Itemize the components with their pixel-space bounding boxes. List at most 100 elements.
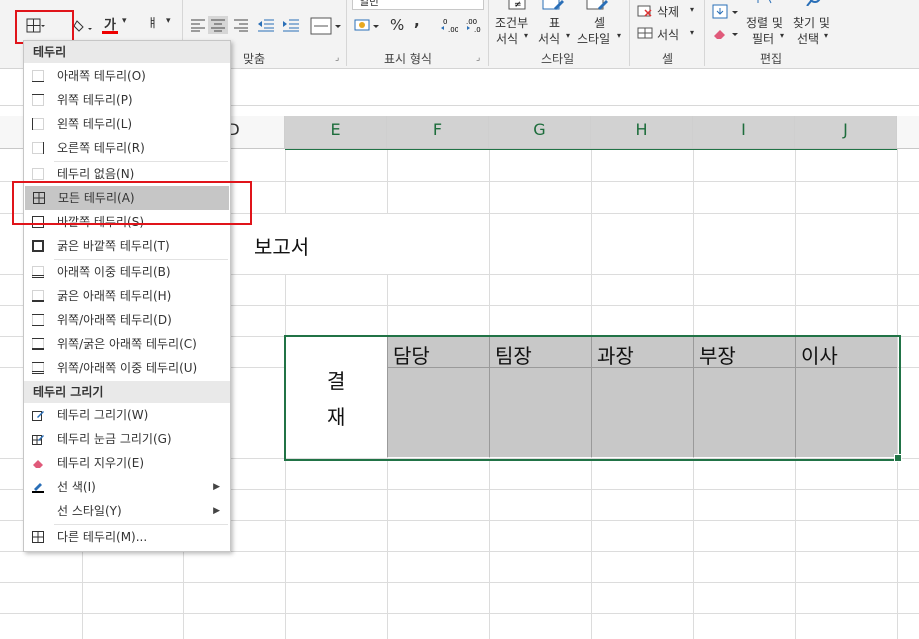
top-bottom-border-icon: [32, 314, 44, 326]
menu-item-draw-border[interactable]: 테두리 그리기(W): [24, 403, 230, 427]
eraser-icon: [33, 460, 43, 468]
menu-item-thick-bottom-border[interactable]: 굵은 아래쪽 테두리(H): [24, 284, 230, 308]
sort-filter-label-2[interactable]: 필터: [752, 30, 774, 47]
column-header-f[interactable]: F: [387, 116, 489, 148]
cell-styles-label-1[interactable]: 셀: [594, 14, 605, 31]
column-header-e[interactable]: E: [285, 116, 387, 148]
dropdown-icon: ▾: [566, 31, 571, 40]
report-title: 보고서: [254, 235, 310, 259]
menu-item-erase-border[interactable]: 테두리 지우기(E): [24, 451, 230, 475]
menu-item-left-border[interactable]: 왼쪽 테두리(L): [24, 112, 230, 136]
thick-outside-borders-icon: [32, 240, 44, 252]
cell-styles-label-2[interactable]: 스타일: [577, 30, 610, 47]
menu-item-top-double-bottom-border[interactable]: 위쪽/아래쪽 이중 테두리(U): [24, 356, 230, 380]
svg-text:.0: .0: [474, 26, 481, 34]
menu-item-top-border[interactable]: 위쪽 테두리(P): [24, 88, 230, 112]
menu-item-top-thick-bottom-border[interactable]: 위쪽/굵은 아래쪽 테두리(C): [24, 332, 230, 356]
conditional-format-label-1[interactable]: 조건부: [495, 14, 528, 31]
phonetic-icon[interactable]: ㅒ: [147, 14, 158, 31]
column-header-g[interactable]: G: [489, 116, 591, 148]
font-color-dropdown[interactable]: ▾: [122, 16, 127, 26]
svg-text:.00: .00: [466, 18, 477, 26]
dropdown-icon: ▾: [690, 5, 695, 14]
number-format-dropdown[interactable]: 일반: [352, 0, 484, 10]
editing-group-label: 편집: [760, 52, 783, 66]
left-border-icon: [32, 118, 44, 130]
format-as-table-label-2[interactable]: 서식: [538, 30, 560, 47]
cell-styles-icon[interactable]: [586, 0, 610, 15]
number-launcher-icon[interactable]: ⌟: [476, 53, 480, 63]
thick-bottom-border-icon: [32, 290, 44, 302]
alignment-launcher-icon[interactable]: ⌟: [335, 53, 339, 63]
fill-handle[interactable]: [894, 454, 902, 462]
svg-text:0: 0: [443, 18, 447, 26]
align-center-icon[interactable]: [208, 16, 228, 34]
column-header-i[interactable]: I: [693, 116, 795, 148]
selection-border: [284, 335, 901, 461]
conditional-format-label-2[interactable]: 서식: [496, 30, 518, 47]
submenu-arrow-icon: ▶: [213, 482, 220, 492]
menu-item-line-style[interactable]: 선 스타일(Y) ▶: [24, 499, 230, 523]
find-select-icon[interactable]: [805, 0, 825, 9]
conditional-format-icon[interactable]: ≠: [508, 0, 528, 15]
top-double-bottom-border-icon: [32, 362, 44, 374]
svg-text:.00: .00: [448, 26, 458, 34]
delete-cells-icon[interactable]: [637, 4, 655, 23]
sort-filter-label-1[interactable]: 정렬 및: [746, 14, 783, 31]
eraser-icon[interactable]: [712, 26, 740, 45]
format-cells-icon[interactable]: [637, 26, 655, 45]
column-header-j[interactable]: J: [795, 116, 897, 148]
dropdown-icon: ▾: [780, 31, 785, 40]
increase-decimal-icon[interactable]: 0.00: [440, 16, 459, 37]
menu-item-right-border[interactable]: 오른쪽 테두리(R): [24, 136, 230, 160]
column-header-h[interactable]: H: [591, 116, 693, 148]
increase-indent-icon[interactable]: [282, 18, 300, 35]
menu-item-bottom-double-border[interactable]: 아래쪽 이중 테두리(B): [24, 260, 230, 284]
group-separator: [488, 0, 489, 66]
dropdown-icon: ▾: [690, 28, 695, 37]
decrease-indent-icon[interactable]: [257, 18, 275, 35]
sort-filter-icon[interactable]: [755, 0, 775, 8]
find-select-label-2[interactable]: 선택: [797, 30, 819, 47]
no-border-icon: [32, 168, 44, 180]
align-right-icon[interactable]: [233, 18, 249, 35]
percent-style-button[interactable]: %: [390, 16, 404, 34]
submenu-arrow-icon: ▶: [213, 506, 220, 516]
group-separator: [704, 0, 705, 66]
merge-center-icon[interactable]: [310, 16, 342, 39]
menu-item-draw-border-grid[interactable]: 테두리 눈금 그리기(G): [24, 427, 230, 451]
font-color-bar: [102, 31, 118, 34]
decrease-decimal-icon[interactable]: .00.0: [465, 16, 483, 37]
dropdown-icon: ▾: [824, 31, 829, 40]
format-cells-button[interactable]: 서식: [657, 26, 679, 43]
menu-item-bottom-border[interactable]: 아래쪽 테두리(O): [24, 64, 230, 88]
comma-style-button[interactable]: ,: [414, 12, 420, 30]
menu-item-more-borders[interactable]: 다른 테두리(M)...: [24, 525, 230, 549]
draw-border-icon: [32, 411, 44, 421]
top-border-icon: [32, 94, 44, 106]
cells-group-label: 셀: [662, 52, 674, 66]
fill-down-icon[interactable]: [712, 4, 740, 23]
menu-header-draw-borders: 테두리 그리기: [24, 381, 230, 403]
format-as-table-icon[interactable]: [542, 0, 566, 15]
range-top-border: [285, 149, 897, 150]
svg-text:≠: ≠: [514, 0, 522, 10]
menu-item-line-color[interactable]: 선 색(I) ▶: [24, 475, 230, 499]
accounting-format-icon[interactable]: [354, 18, 380, 37]
align-left-icon[interactable]: [190, 18, 206, 35]
menu-item-top-bottom-border[interactable]: 위쪽/아래쪽 테두리(D): [24, 308, 230, 332]
dropdown-icon: ▾: [524, 31, 529, 40]
menu-item-thick-outside-borders[interactable]: 굵은 바깥쪽 테두리(T): [24, 234, 230, 258]
dropdown-icon: ▾: [617, 31, 622, 40]
draw-border-grid-icon: [32, 435, 44, 445]
find-select-label-1[interactable]: 찾기 및: [793, 14, 830, 31]
format-as-table-label-1[interactable]: 표: [549, 14, 560, 31]
menu-header-borders: 테두리: [24, 41, 230, 63]
borders-menu: 테두리 아래쪽 테두리(O) 위쪽 테두리(P) 왼쪽 테두리(L) 오른쪽 테…: [23, 40, 231, 552]
fill-color-icon[interactable]: [73, 18, 94, 37]
group-separator: [346, 0, 347, 66]
top-thick-bottom-border-icon: [32, 338, 44, 350]
delete-cells-button[interactable]: 삭제: [657, 3, 679, 20]
phonetic-dropdown[interactable]: ▾: [166, 16, 171, 26]
bottom-double-border-icon: [32, 266, 44, 278]
